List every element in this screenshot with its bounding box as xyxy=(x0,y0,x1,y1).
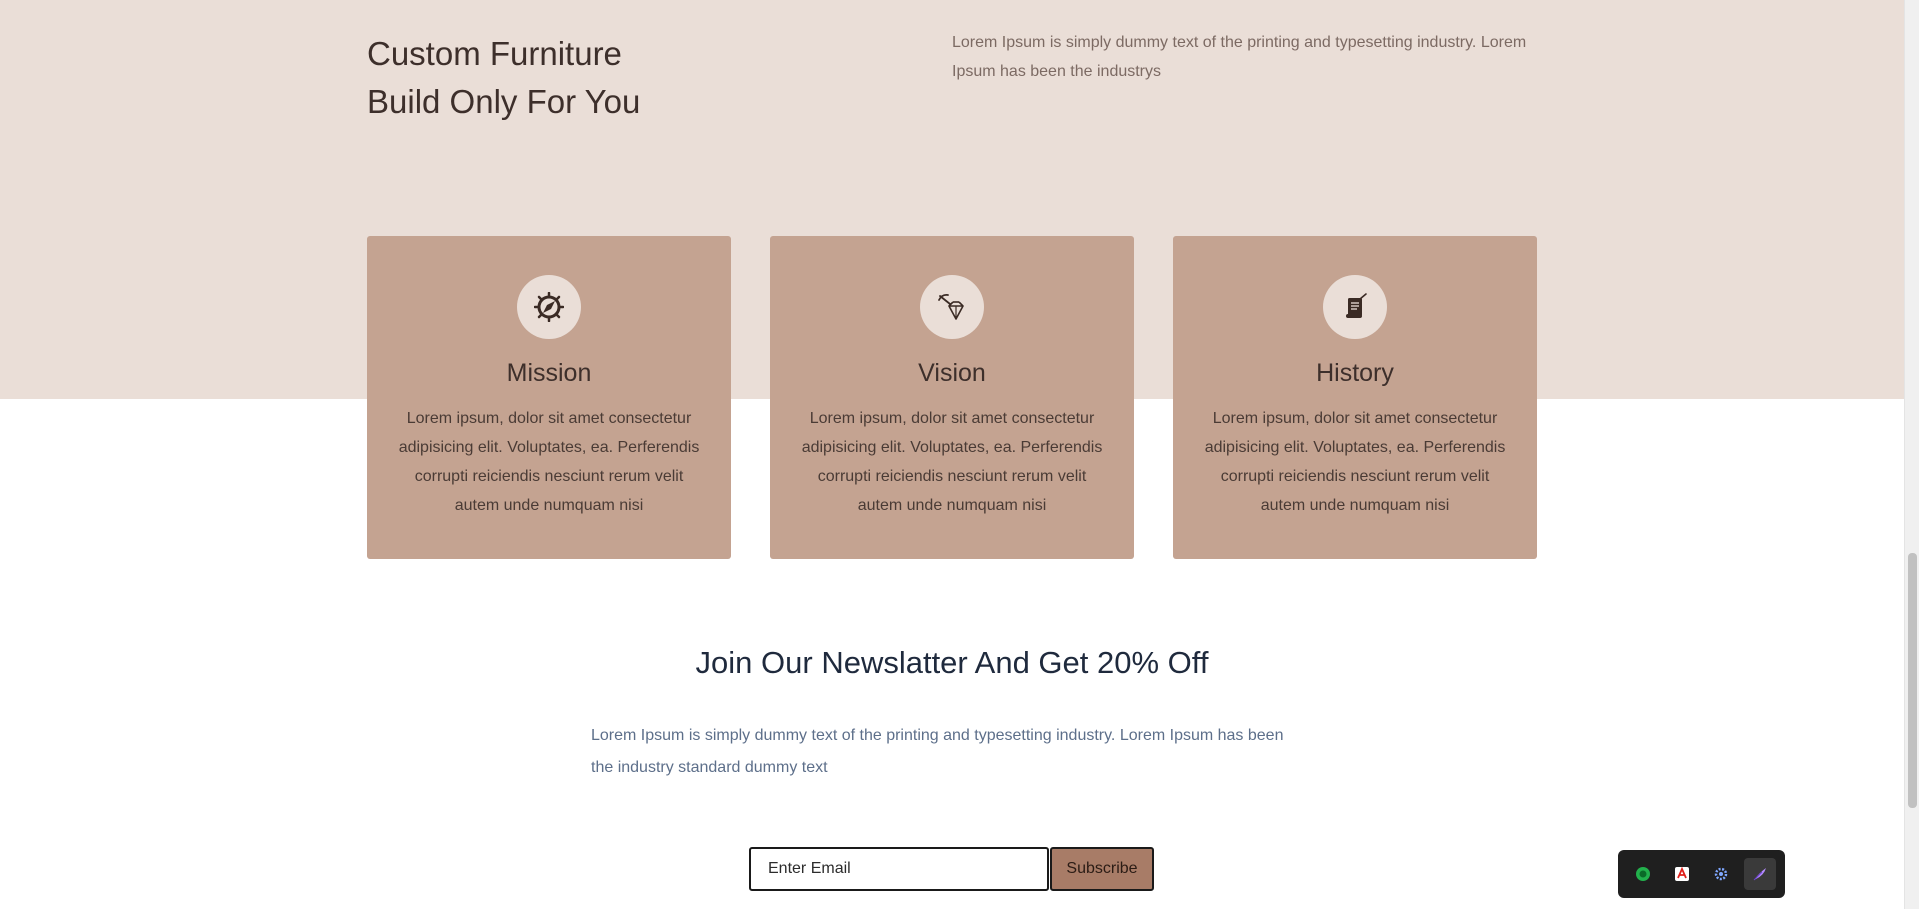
history-card-text: Lorem ipsum, dolor sit amet consectetur … xyxy=(1204,410,1506,514)
green-app-icon[interactable] xyxy=(1627,858,1659,890)
email-input[interactable] xyxy=(749,847,1049,891)
compass-icon xyxy=(517,275,581,339)
newsletter-form: Subscribe xyxy=(749,847,1154,891)
about-description: Lorem Ipsum is simply dummy text of the … xyxy=(952,34,1527,80)
newsletter-heading: Join Our Newslatter And Get 20% Off xyxy=(695,645,1209,680)
vision-card-text: Lorem ipsum, dolor sit amet consectetur … xyxy=(801,410,1103,514)
mission-card-title: Mission xyxy=(506,359,592,387)
vision-card: Vision Lorem ipsum, dolor sit amet conse… xyxy=(770,236,1134,559)
scroll-document-icon xyxy=(1323,275,1387,339)
about-heading-line-2: Build Only For You xyxy=(367,83,641,120)
subscribe-button[interactable]: Subscribe xyxy=(1050,847,1154,891)
scrollbar-thumb[interactable] xyxy=(1908,553,1917,808)
vision-card-title: Vision xyxy=(918,359,986,387)
feather-pen-icon[interactable] xyxy=(1743,858,1776,890)
diamond-pickaxe-icon xyxy=(920,275,984,339)
pdf-app-icon[interactable] xyxy=(1666,858,1698,890)
mission-card-text: Lorem ipsum, dolor sit amet consectetur … xyxy=(398,410,700,514)
history-card: History Lorem ipsum, dolor sit amet cons… xyxy=(1173,236,1537,559)
mission-card: Mission Lorem ipsum, dolor sit amet cons… xyxy=(367,236,731,559)
app-tray xyxy=(1618,850,1785,898)
history-card-title: History xyxy=(1316,359,1394,387)
newsletter-description: Lorem Ipsum is simply dummy text of the … xyxy=(591,727,1284,776)
vertical-scrollbar[interactable] xyxy=(1904,0,1919,909)
about-heading-line-1: Custom Furniture xyxy=(367,35,622,72)
settings-gear-icon[interactable] xyxy=(1705,858,1737,890)
page: Custom Furniture Build Only For You Lore… xyxy=(0,0,1919,909)
about-heading: Custom Furniture Build Only For You xyxy=(367,30,807,126)
